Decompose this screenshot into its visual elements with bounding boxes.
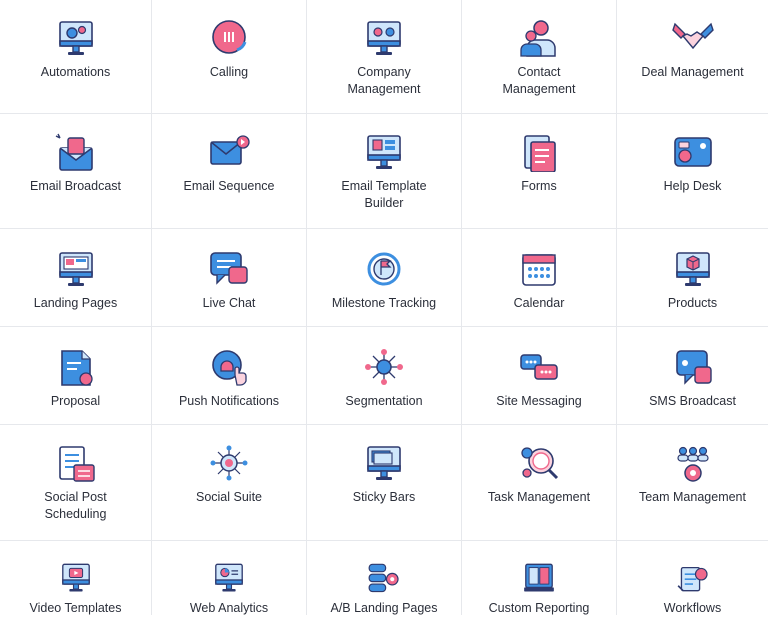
features-grid: Automations Calling Company Management Cont… bbox=[0, 0, 768, 617]
feature-label: Forms bbox=[521, 179, 557, 193]
feature-label: Email Template Builder bbox=[341, 179, 427, 210]
feature-label: Social Post Scheduling bbox=[44, 490, 107, 521]
feature-label: Site Messaging bbox=[496, 394, 582, 408]
task-management-icon bbox=[521, 447, 559, 480]
contacts-icon bbox=[520, 20, 556, 57]
feature-tile-calendar[interactable]: Calendar bbox=[462, 229, 617, 326]
feature-tile-custom-reporting[interactable]: Custom Reporting bbox=[462, 541, 617, 617]
calendar-icon bbox=[522, 254, 556, 286]
feature-label: Email Sequence bbox=[183, 179, 275, 193]
feature-label: Deal Management bbox=[641, 65, 744, 79]
feature-tile-video-templates[interactable]: Video Templates bbox=[0, 541, 152, 617]
feature-label: Help Desk bbox=[663, 179, 722, 193]
feature-tile-sms-broadcast[interactable]: SMS Broadcast bbox=[617, 327, 768, 424]
feature-label: Email Broadcast bbox=[29, 179, 121, 193]
feature-label: Proposal bbox=[50, 394, 101, 408]
email-template-icon bbox=[367, 135, 401, 169]
feature-tile-calling[interactable]: Calling bbox=[152, 0, 307, 113]
feature-tile-email-sequence[interactable]: Email Sequence bbox=[152, 114, 307, 228]
feature-label: Calling bbox=[209, 65, 249, 79]
ab-testing-icon bbox=[368, 563, 399, 593]
automations-icon bbox=[58, 21, 93, 55]
feature-tile-email-broadcast[interactable]: Email Broadcast bbox=[0, 114, 152, 228]
phone-icon bbox=[212, 20, 247, 54]
feature-label: Sticky Bars bbox=[352, 490, 416, 504]
feature-label: Contact Management bbox=[502, 65, 576, 96]
feature-label: Products bbox=[667, 296, 718, 310]
help-desk-icon bbox=[673, 137, 712, 167]
workflows-icon bbox=[677, 566, 708, 592]
feature-tile-milestone-tracking[interactable]: Milestone Tracking bbox=[307, 229, 462, 326]
sms-broadcast-icon bbox=[675, 350, 712, 385]
proposal-icon bbox=[60, 350, 93, 386]
feature-tile-automations[interactable]: Automations bbox=[0, 0, 152, 113]
feature-label: Push Notifications bbox=[178, 394, 280, 408]
feature-tile-site-messaging[interactable]: Site Messaging bbox=[462, 327, 617, 424]
feature-label: Segmentation bbox=[345, 394, 423, 408]
feature-label: Calendar bbox=[513, 296, 565, 310]
features-row: Landing Pages Live Chat Milestone Tracking… bbox=[0, 229, 768, 327]
feature-tile-landing-pages[interactable]: Landing Pages bbox=[0, 229, 152, 326]
features-row: Automations Calling Company Management Cont… bbox=[0, 0, 768, 114]
feature-label: Social Suite bbox=[195, 490, 262, 504]
feature-tile-help-desk[interactable]: Help Desk bbox=[617, 114, 768, 228]
email-sequence-icon bbox=[210, 135, 250, 165]
feature-tile-email-template-builder[interactable]: Email Template Builder bbox=[307, 114, 462, 228]
feature-tile-social-post-scheduling[interactable]: Social Post Scheduling bbox=[0, 425, 152, 540]
landing-pages-icon bbox=[58, 252, 93, 286]
viewport-bottom-edge bbox=[0, 615, 768, 637]
features-row: Proposal Push Notifications Segmentation Si… bbox=[0, 327, 768, 425]
feature-label: Team Management bbox=[638, 490, 746, 504]
sticky-bars-icon bbox=[367, 446, 401, 480]
feature-label: Landing Pages bbox=[33, 296, 118, 310]
features-row: Video Templates Web Analytics A/B Landing… bbox=[0, 541, 768, 617]
feature-tile-live-chat[interactable]: Live Chat bbox=[152, 229, 307, 326]
feature-tile-social-suite[interactable]: Social Suite bbox=[152, 425, 307, 540]
feature-label: Company Management bbox=[347, 65, 421, 96]
feature-tile-sticky-bars[interactable]: Sticky Bars bbox=[307, 425, 462, 540]
forms-icon bbox=[524, 135, 556, 172]
feature-tile-push-notifications[interactable]: Push Notifications bbox=[152, 327, 307, 424]
features-row: Email Broadcast Email Sequence Email Temp… bbox=[0, 114, 768, 229]
feature-tile-workflows[interactable]: Workflows bbox=[617, 541, 768, 617]
features-row: Social Post Scheduling Social Suite Sticky… bbox=[0, 425, 768, 541]
feature-label: Milestone Tracking bbox=[331, 296, 437, 310]
site-messaging-icon bbox=[520, 354, 558, 380]
feature-tile-contact-management[interactable]: Contact Management bbox=[462, 0, 617, 113]
feature-label: SMS Broadcast bbox=[649, 394, 736, 408]
team-management-icon bbox=[676, 446, 709, 482]
feature-tile-proposal[interactable]: Proposal bbox=[0, 327, 152, 424]
feature-tile-deal-management[interactable]: Deal Management bbox=[617, 0, 768, 113]
company-management-icon bbox=[367, 21, 401, 55]
feature-tile-a-b-landing-pages[interactable]: A/B Landing Pages bbox=[307, 541, 462, 617]
social-scheduling-icon bbox=[58, 446, 95, 482]
feature-tile-products[interactable]: Products bbox=[617, 229, 768, 326]
push-notification-icon bbox=[212, 350, 247, 386]
email-broadcast-icon bbox=[55, 133, 93, 171]
handshake-icon bbox=[671, 22, 714, 50]
segmentation-icon bbox=[365, 349, 403, 385]
feature-tile-task-management[interactable]: Task Management bbox=[462, 425, 617, 540]
feature-label: Task Management bbox=[487, 490, 591, 504]
feature-tile-web-analytics[interactable]: Web Analytics bbox=[152, 541, 307, 617]
products-icon bbox=[675, 252, 710, 286]
feature-tile-company-management[interactable]: Company Management bbox=[307, 0, 462, 113]
feature-tile-segmentation[interactable]: Segmentation bbox=[307, 327, 462, 424]
feature-label: Automations bbox=[40, 65, 111, 79]
social-suite-icon bbox=[210, 445, 248, 481]
feature-label: Live Chat bbox=[202, 296, 256, 310]
web-analytics-icon bbox=[215, 563, 243, 592]
feature-tile-forms[interactable]: Forms bbox=[462, 114, 617, 228]
feature-tile-team-management[interactable]: Team Management bbox=[617, 425, 768, 540]
video-templates-icon bbox=[61, 563, 90, 592]
live-chat-icon bbox=[210, 252, 248, 285]
milestone-icon bbox=[367, 252, 401, 286]
reporting-icon bbox=[524, 563, 554, 592]
